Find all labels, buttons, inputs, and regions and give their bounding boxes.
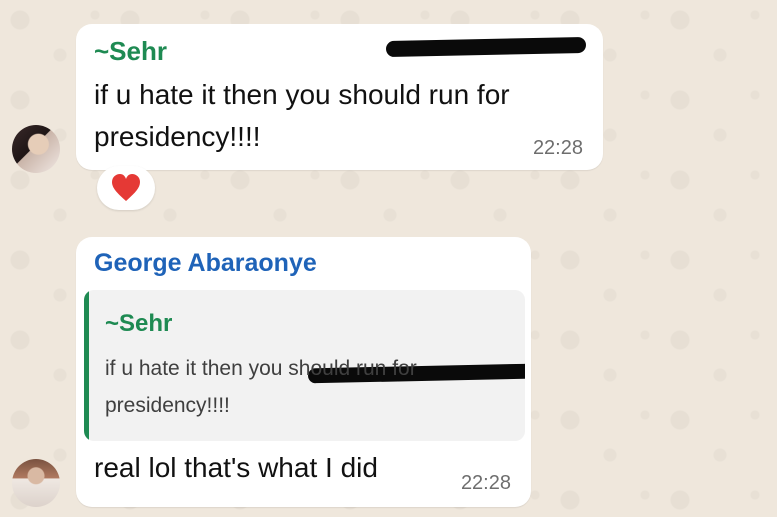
quoted-message-text: if u hate it then you should run for pre… — [105, 357, 417, 417]
sender-name[interactable]: ~Sehr — [94, 36, 167, 67]
message-bubble[interactable]: George Abaraonye ~Sehr if u hate it then… — [76, 237, 531, 507]
quote-accent-bar — [84, 290, 89, 441]
message-text: real lol that's what I did — [94, 452, 378, 483]
redacted-phone-number — [385, 36, 587, 58]
sender-name[interactable]: George Abaraonye — [94, 249, 317, 278]
message-text: if u hate it then you should run for pre… — [94, 79, 510, 152]
sender-avatar[interactable] — [12, 459, 60, 507]
message-bubble[interactable]: ~Sehr if u hate it then you should run f… — [76, 24, 603, 170]
quoted-message[interactable]: ~Sehr if u hate it then you should run f… — [84, 290, 525, 441]
sender-avatar[interactable] — [12, 125, 60, 173]
reaction-bubble[interactable] — [97, 166, 155, 210]
heart-icon — [112, 174, 140, 201]
quoted-sender-name: ~Sehr — [105, 310, 173, 337]
message-timestamp: 22:28 — [532, 137, 583, 159]
message-timestamp: 22:28 — [460, 472, 511, 494]
